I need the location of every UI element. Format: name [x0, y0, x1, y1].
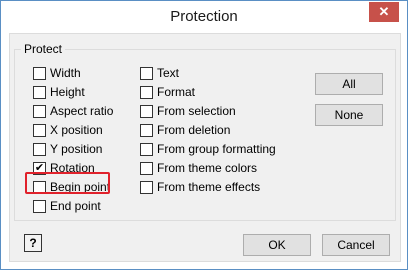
checkbox-y-position[interactable]: Y position: [33, 141, 102, 157]
checkbox-label: From selection: [157, 104, 236, 118]
checkbox-box[interactable]: [140, 142, 153, 156]
checkbox-box[interactable]: [140, 161, 153, 175]
none-button[interactable]: None: [315, 104, 383, 126]
checkbox-height[interactable]: Height: [33, 84, 85, 100]
checkbox-label: From group formatting: [157, 142, 276, 156]
checkbox-from-deletion[interactable]: From deletion: [140, 122, 230, 138]
checkbox-width[interactable]: Width: [33, 65, 81, 81]
cancel-button[interactable]: Cancel: [322, 234, 390, 256]
checkbox-label: Width: [50, 66, 81, 80]
checkbox-box[interactable]: [33, 66, 46, 80]
ok-button[interactable]: OK: [243, 234, 311, 256]
checkbox-label: From theme colors: [157, 161, 258, 175]
checkbox-box[interactable]: [33, 199, 46, 213]
checkbox-from-selection[interactable]: From selection: [140, 103, 236, 119]
title-bar: Protection ✕: [1, 1, 407, 33]
close-icon[interactable]: ✕: [369, 2, 399, 22]
checkbox-box[interactable]: [140, 104, 153, 118]
dialog-body: Protect Width Height Aspect ratio X posi…: [9, 33, 401, 262]
checkbox-label: From theme effects: [157, 180, 261, 194]
group-label: Protect: [21, 42, 66, 56]
checkbox-x-position[interactable]: X position: [33, 122, 103, 138]
checkbox-end-point[interactable]: End point: [33, 198, 101, 214]
checkbox-label: Height: [50, 85, 85, 99]
checkbox-label: End point: [50, 199, 101, 213]
checkbox-label: X position: [50, 123, 103, 137]
checkbox-box[interactable]: [33, 142, 46, 156]
checkbox-box[interactable]: [33, 123, 46, 137]
checkbox-text[interactable]: Text: [140, 65, 179, 81]
checkbox-from-group-formatting[interactable]: From group formatting: [140, 141, 276, 157]
all-button[interactable]: All: [315, 73, 383, 95]
checkbox-box[interactable]: [33, 85, 46, 99]
protection-dialog: Protection ✕ Protect Width Height Aspect…: [0, 0, 408, 270]
checkbox-from-theme-colors[interactable]: From theme colors: [140, 160, 257, 176]
checkbox-label: From deletion: [157, 123, 231, 137]
help-icon[interactable]: ?: [24, 234, 42, 252]
checkbox-box[interactable]: [140, 123, 153, 137]
checkbox-box[interactable]: [33, 104, 46, 118]
checkbox-from-theme-effects[interactable]: From theme effects: [140, 179, 260, 195]
checkbox-box[interactable]: [140, 85, 153, 99]
checkbox-box[interactable]: [140, 66, 153, 80]
checkbox-label: Y position: [50, 142, 103, 156]
checkbox-aspect-ratio[interactable]: Aspect ratio: [33, 103, 113, 119]
checkbox-label: Format: [157, 85, 196, 99]
dialog-title: Protection: [170, 8, 238, 25]
checkbox-label: Text: [157, 66, 180, 80]
protect-group: Protect Width Height Aspect ratio X posi…: [14, 42, 396, 221]
checkbox-format[interactable]: Format: [140, 84, 195, 100]
checkbox-box[interactable]: [140, 180, 153, 194]
checkbox-label: Aspect ratio: [50, 104, 114, 118]
rotation-highlight: [25, 172, 110, 194]
